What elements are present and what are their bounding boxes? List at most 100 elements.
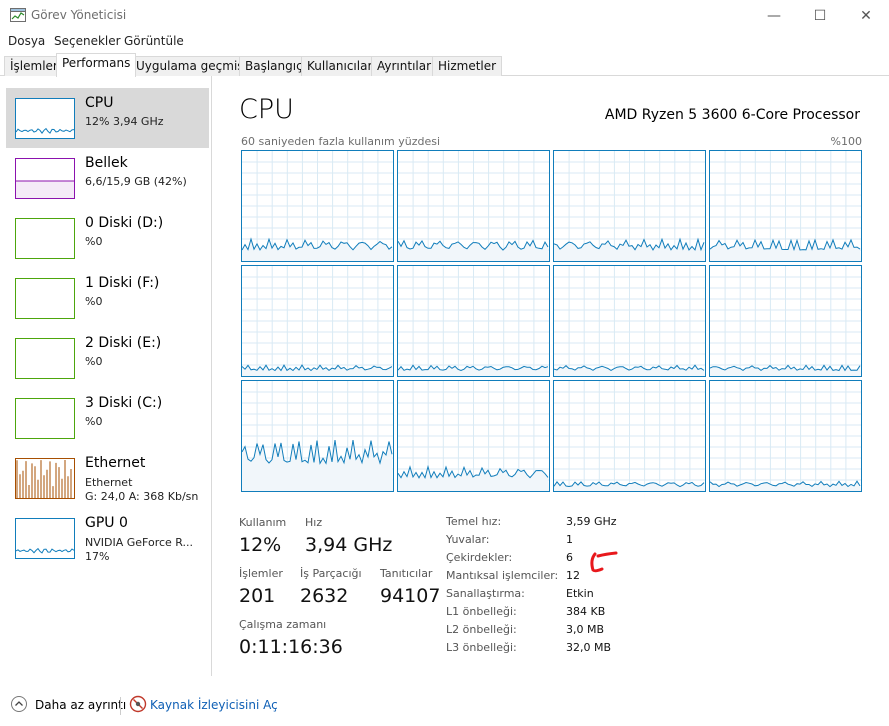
logical-processor-graph — [553, 380, 706, 492]
cpu-graph-icon — [15, 98, 75, 139]
logical-processor-graphs[interactable] — [241, 150, 862, 492]
spec-value: Etkin — [566, 587, 594, 600]
spec-label: L1 önbelleği: — [446, 605, 517, 618]
spec-value: 12 — [566, 569, 580, 582]
sidebar-item-detail: %0 — [85, 355, 103, 368]
tab-app-history[interactable]: Uygulama geçmişi — [130, 56, 253, 76]
sidebar-item-disk-2[interactable]: 2 Diski (E:) %0 — [6, 328, 209, 388]
speed-value: 3,94 GHz — [305, 534, 393, 556]
disk-graph-icon — [15, 398, 75, 439]
spec-value: 32,0 MB — [566, 641, 612, 654]
sidebar-item-title: 0 Diski (D:) — [85, 215, 164, 231]
task-manager-icon — [10, 8, 26, 22]
maximize-icon: ☐ — [813, 8, 827, 24]
menu-file[interactable]: Dosya — [8, 34, 45, 48]
spec-value: 3,59 GHz — [566, 515, 617, 528]
cpu-model-name: AMD Ryzen 5 3600 6-Core Processor — [604, 107, 860, 123]
tab-startup[interactable]: Başlangıç — [239, 56, 309, 76]
sidebar-item-title: GPU 0 — [85, 515, 128, 531]
sidebar-item-title: 1 Diski (F:) — [85, 275, 160, 291]
resource-monitor-icon[interactable] — [129, 695, 147, 713]
tab-details[interactable]: Ayrıntılar — [371, 56, 438, 76]
logical-processor-graph — [709, 380, 862, 492]
sidebar-item-title: Ethernet — [85, 455, 146, 471]
sidebar-item-disk-0[interactable]: 0 Diski (D:) %0 — [6, 208, 209, 268]
sidebar-item-detail: %0 — [85, 295, 103, 308]
spec-label: Temel hız: — [446, 515, 502, 528]
sidebar-item-memory[interactable]: Bellek 6,6/15,9 GB (42%) — [6, 148, 209, 208]
sidebar-item-disk-3[interactable]: 3 Diski (C:) %0 — [6, 388, 209, 448]
menu-view[interactable]: Görüntüle — [124, 34, 184, 48]
graph-caption: 60 saniyeden fazla kullanım yüzdesi — [241, 135, 441, 148]
logical-processor-graph — [553, 150, 706, 262]
threads-value: 2632 — [300, 585, 349, 607]
sidebar-item-title: 2 Diski (E:) — [85, 335, 162, 351]
chevron-up-icon[interactable] — [10, 695, 28, 713]
logical-processor-graph — [553, 265, 706, 377]
gpu-graph-icon — [15, 518, 75, 559]
spec-label: Sanallaştırma: — [446, 587, 525, 600]
sidebar-item-detail: NVIDIA GeForce R... — [85, 536, 194, 549]
disk-graph-icon — [15, 218, 75, 259]
processes-label: İşlemler — [239, 567, 283, 580]
sidebar-item-detail: %0 — [85, 235, 103, 248]
sidebar-item-detail: Ethernet — [85, 476, 133, 489]
uptime-value: 0:11:16:36 — [239, 636, 343, 658]
sidebar-item-ethernet[interactable]: Ethernet Ethernet G: 24,0 A: 368 Kb/sn — [6, 448, 209, 508]
usage-value: 12% — [239, 534, 282, 556]
disk-graph-icon — [15, 338, 75, 379]
logical-processor-graph — [241, 380, 394, 492]
spec-value: 6 — [566, 551, 573, 564]
window-title: Görev Yöneticisi — [31, 8, 127, 22]
tab-users[interactable]: Kullanıcılar — [301, 56, 379, 76]
logical-processor-graph — [397, 380, 550, 492]
open-resource-monitor-link[interactable]: Kaynak İzleyicisini Aç — [150, 698, 278, 712]
sidebar-item-title: 3 Diski (C:) — [85, 395, 163, 411]
minimize-button[interactable]: — — [751, 0, 797, 32]
spec-label: L3 önbelleği: — [446, 641, 517, 654]
maximize-button[interactable]: ☐ — [797, 0, 843, 32]
tab-processes[interactable]: İşlemler — [4, 56, 64, 76]
sidebar-item-gpu-0[interactable]: GPU 0 NVIDIA GeForce R... 17% — [6, 508, 209, 568]
sidebar-item-detail-2: G: 24,0 A: 368 Kb/sn — [85, 490, 199, 503]
page-title: CPU — [239, 94, 294, 125]
sidebar-item-title: CPU — [85, 95, 114, 111]
threads-label: İş Parçacığı — [300, 567, 362, 580]
logical-processor-graph — [709, 150, 862, 262]
spec-label: Yuvalar: — [446, 533, 490, 546]
usage-label: Kullanım — [239, 516, 287, 529]
speed-label: Hız — [305, 516, 323, 529]
annotation-arrow-icon — [590, 551, 618, 573]
logical-processor-graph — [241, 265, 394, 377]
sidebar-item-detail-2: 17% — [85, 550, 110, 563]
title-bar: Görev Yöneticisi — ☐ ✕ — [0, 0, 889, 32]
sidebar-item-disk-1[interactable]: 1 Diski (F:) %0 — [6, 268, 209, 328]
tab-services[interactable]: Hizmetler — [432, 56, 503, 76]
logical-processor-graph — [397, 265, 550, 377]
footer-divider — [120, 697, 121, 715]
spec-value: 384 KB — [566, 605, 606, 618]
spec-value: 1 — [566, 533, 573, 546]
tab-performance[interactable]: Performans — [56, 53, 137, 77]
logical-processor-graph — [397, 150, 550, 262]
logical-processor-graph — [241, 150, 394, 262]
spec-label: L2 önbelleği: — [446, 623, 517, 636]
spec-label: Çekirdekler: — [446, 551, 513, 564]
handles-label: Tanıtıcılar — [380, 567, 433, 580]
disk-graph-icon — [15, 278, 75, 319]
fewer-details-link[interactable]: Daha az ayrıntı — [35, 698, 126, 712]
ethernet-graph-icon — [15, 458, 75, 499]
sidebar-item-cpu[interactable]: CPU 12% 3,94 GHz — [6, 88, 209, 148]
menu-options[interactable]: Seçenekler — [54, 34, 121, 48]
tab-bar: İşlemler Performans Uygulama geçmişi Baş… — [0, 52, 889, 77]
close-button[interactable]: ✕ — [843, 0, 889, 32]
sidebar-item-title: Bellek — [85, 155, 128, 171]
handles-value: 94107 — [380, 585, 441, 607]
uptime-label: Çalışma zamanı — [239, 618, 327, 631]
logical-processor-graph — [709, 265, 862, 377]
spec-value: 3,0 MB — [566, 623, 605, 636]
spec-label: Mantıksal işlemciler: — [446, 569, 559, 582]
sidebar-item-detail: %0 — [85, 415, 103, 428]
sidebar-item-detail: 6,6/15,9 GB (42%) — [85, 175, 187, 188]
close-icon: ✕ — [860, 8, 872, 24]
